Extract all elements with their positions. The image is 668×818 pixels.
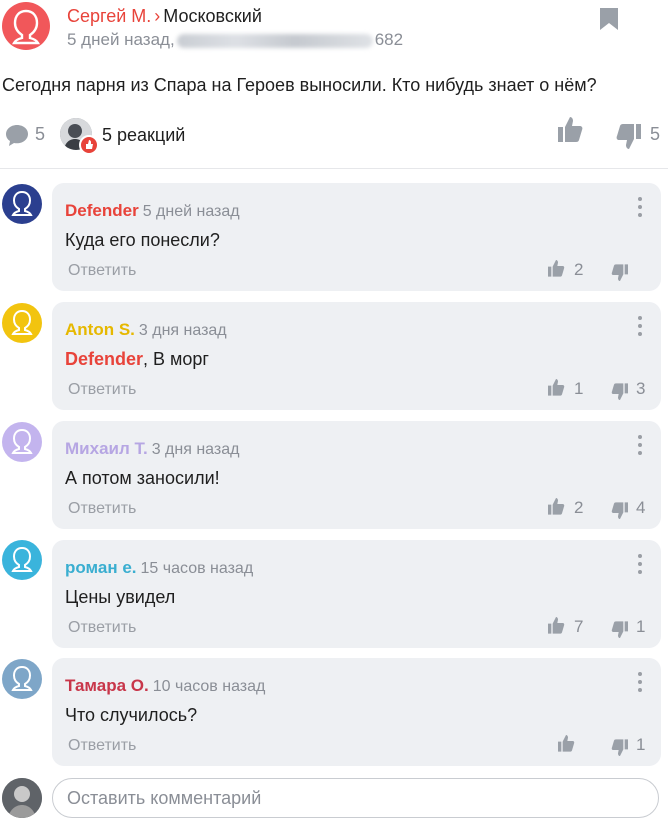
- dislike-count: 1: [636, 735, 646, 754]
- like-count: 2: [574, 260, 584, 279]
- comment-time: 3 дня назад: [138, 322, 227, 339]
- comment-header: Defender 5 дней назад: [65, 201, 240, 222]
- comment-author[interactable]: Тамара О.: [65, 676, 149, 695]
- comment-body: Куда его понесли?: [65, 230, 220, 250]
- like-icon[interactable]: [546, 496, 566, 516]
- dislike-count: 3: [636, 379, 646, 398]
- comment-time: 15 часов назад: [140, 560, 254, 577]
- post-author-line: Сергей М. › Московский: [67, 5, 262, 27]
- comment-bubble: Defender 5 дней назад Куда его понесли? Отв…: [52, 183, 661, 291]
- comment-header: Тамара О. 10 часов назад: [65, 676, 265, 697]
- comment-body: , В морг: [143, 349, 210, 369]
- reply-button[interactable]: Ответить: [68, 262, 136, 280]
- comment-avatar[interactable]: [2, 422, 42, 462]
- reaction-badge-icon: [79, 135, 99, 155]
- reply-button[interactable]: Ответить: [68, 500, 136, 518]
- author-name[interactable]: Сергей М.: [67, 6, 151, 26]
- person-icon: [2, 422, 42, 462]
- like-icon[interactable]: [556, 733, 576, 753]
- person-icon: [2, 303, 42, 343]
- comment-icon: [6, 125, 28, 146]
- like-icon[interactable]: [546, 258, 566, 278]
- comment-time: 3 дня назад: [151, 441, 240, 458]
- like-count: 1: [574, 379, 584, 398]
- more-icon[interactable]: [637, 435, 643, 455]
- comment-text: Цены увидел: [65, 586, 175, 608]
- more-icon[interactable]: [637, 554, 643, 574]
- comment-text: Что случилось?: [65, 704, 197, 726]
- comment-body: Цены увидел: [65, 587, 176, 607]
- dislike-count: 4: [636, 498, 646, 517]
- author-avatar[interactable]: [2, 2, 50, 50]
- comment-time: 5 дней назад: [142, 203, 240, 220]
- dislike-count: 1: [636, 617, 646, 636]
- person-icon: [2, 184, 42, 224]
- comment-text: А потом заносили!: [65, 467, 220, 489]
- comments-button[interactable]: 5: [4, 122, 64, 150]
- comment-author[interactable]: Михаил Т.: [65, 439, 148, 458]
- post-text: Сегодня парня из Спара на Героев выносил…: [2, 75, 597, 95]
- like-count: 2: [574, 498, 584, 517]
- bookmark-icon[interactable]: [598, 6, 620, 32]
- dislike-icon[interactable]: [614, 122, 644, 152]
- comment-author[interactable]: Defender: [65, 201, 139, 220]
- reply-button[interactable]: Ответить: [68, 619, 136, 637]
- person-icon: [2, 659, 42, 699]
- current-user-avatar: [2, 778, 42, 818]
- dislike-icon[interactable]: [610, 382, 630, 402]
- comment-author[interactable]: Anton S.: [65, 320, 135, 339]
- more-icon[interactable]: [637, 672, 643, 692]
- comment-text: Куда его понесли?: [65, 229, 220, 251]
- comment-avatar[interactable]: [2, 303, 42, 343]
- comment-input[interactable]: [52, 778, 659, 818]
- like-icon[interactable]: [546, 377, 566, 397]
- comment-time: 10 часов назад: [152, 678, 266, 695]
- more-icon[interactable]: [637, 316, 643, 336]
- comment-header: роман е. 15 часов назад: [65, 558, 253, 579]
- comment-bubble: роман е. 15 часов назад Цены увидел Ответит…: [52, 540, 661, 648]
- person-icon: [12, 9, 40, 45]
- reactions-label[interactable]: 5 реакций: [102, 125, 185, 146]
- divider: [0, 168, 668, 169]
- comment-avatar[interactable]: [2, 540, 42, 580]
- post-time: 5 дней назад,: [67, 30, 175, 49]
- more-icon[interactable]: [637, 197, 643, 217]
- comment-bubble: Михаил Т. 3 дня назад А потом заносили! Отв…: [52, 421, 661, 529]
- dislike-icon[interactable]: [610, 738, 630, 758]
- comment-bubble: Anton S. 3 дня назад Defender, В морг Ответ…: [52, 302, 661, 410]
- arrow-icon: ›: [154, 6, 161, 26]
- dislike-icon[interactable]: [610, 620, 630, 640]
- reply-button[interactable]: Ответить: [68, 381, 136, 399]
- comments-count: 5: [35, 124, 46, 144]
- comment-body: Что случилось?: [65, 705, 198, 725]
- reply-button[interactable]: Ответить: [68, 737, 136, 755]
- comment-text: Defender, В морг: [65, 348, 209, 370]
- dislike-icon[interactable]: [610, 501, 630, 521]
- comment-avatar[interactable]: [2, 184, 42, 224]
- like-count: 7: [574, 617, 584, 636]
- person-icon: [2, 540, 42, 580]
- post-views: 682: [374, 30, 404, 49]
- post-dislike-count: 5: [650, 124, 661, 144]
- comment-author[interactable]: роман е.: [65, 558, 137, 577]
- channel-name[interactable]: Московский: [163, 6, 262, 26]
- blurred-address: [176, 33, 373, 48]
- dislike-icon[interactable]: [610, 263, 630, 283]
- comment-body: А потом заносили!: [65, 468, 220, 488]
- comment-header: Михаил Т. 3 дня назад: [65, 439, 239, 460]
- comment-mention[interactable]: Defender: [65, 349, 143, 369]
- comment-bubble: Тамара О. 10 часов назад Что случилось? Отв…: [52, 658, 661, 766]
- post-meta: 5 дней назад, 682: [67, 30, 403, 50]
- like-icon[interactable]: [546, 615, 566, 635]
- like-icon[interactable]: [555, 114, 585, 144]
- comment-avatar[interactable]: [2, 659, 42, 699]
- comment-header: Anton S. 3 дня назад: [65, 320, 227, 341]
